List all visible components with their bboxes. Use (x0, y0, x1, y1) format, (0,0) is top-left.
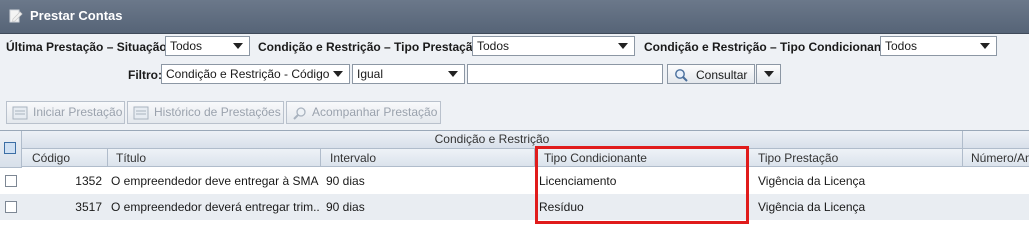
search-icon (675, 69, 688, 82)
tipo-prestacao-label: Condição e Restrição – Tipo Prestação: (258, 40, 484, 54)
filtro-label: Filtro: (128, 68, 162, 82)
acompanhar-prestacao-label: Acompanhar Prestação (312, 105, 438, 119)
column-header-codigo[interactable]: Código (22, 149, 108, 167)
cell-titulo: O empreendedor deverá entregar trim... (111, 200, 319, 214)
select-all-checkbox[interactable] (4, 142, 16, 154)
highlight-box (535, 146, 749, 224)
consultar-label: Consultar (696, 68, 748, 82)
filtro-field-select[interactable]: Condição e Restrição - Código (161, 64, 350, 84)
row-checkbox[interactable] (5, 201, 17, 213)
iniciar-prestacao-label: Iniciar Prestação (33, 105, 123, 119)
tipo-condicionante-label: Condição e Restrição – Tipo Condicionant… (644, 40, 896, 54)
tipo-condicionante-select[interactable]: Todos (880, 36, 997, 56)
cell-intervalo: 90 dias (326, 200, 365, 214)
cell-tipo-prestacao: Vigência da Licença (758, 200, 866, 214)
table-row[interactable]: 1352 O empreendedor deve entregar à SMA.… (0, 168, 1029, 194)
tipo-prestacao-value: Todos (477, 39, 510, 53)
filtro-operator-value: Igual (357, 67, 384, 81)
historico-prestacoes-label: Histórico de Prestações (154, 105, 281, 119)
group-header-spacer (963, 131, 1029, 149)
window-titlebar: Prestar Contas (0, 0, 1029, 34)
chevron-down-icon (333, 71, 343, 77)
acompanhar-prestacao-button[interactable]: Acompanhar Prestação (286, 101, 441, 124)
select-all-column (0, 131, 22, 168)
column-header-numero[interactable]: Número/An (963, 149, 1029, 167)
ultima-prestacao-label: Última Prestação – Situação: (6, 40, 171, 54)
search-icon (293, 107, 306, 120)
prestacoes-grid: Condição e Restrição Código Título Inter… (0, 130, 1029, 243)
historico-prestacoes-button[interactable]: Histórico de Prestações (127, 101, 284, 124)
history-list-icon (133, 106, 149, 120)
column-header-intervalo[interactable]: Intervalo (321, 149, 535, 167)
group-header-condicao: Condição e Restrição (22, 131, 963, 149)
tipo-prestacao-select[interactable]: Todos (472, 36, 635, 56)
tipo-condicionante-value: Todos (885, 39, 918, 53)
cell-codigo: 3517 (75, 200, 102, 214)
edit-document-icon (9, 9, 23, 23)
column-header-tipo-prestacao[interactable]: Tipo Prestação (749, 149, 963, 167)
table-row[interactable]: 3517 O empreendedor deverá entregar trim… (0, 194, 1029, 220)
filtro-operator-select[interactable]: Igual (352, 64, 465, 84)
ultima-prestacao-value: Todos (170, 39, 203, 53)
iniciar-prestacao-button[interactable]: Iniciar Prestação (6, 101, 125, 124)
chevron-down-icon (233, 43, 243, 49)
chevron-down-icon (618, 43, 628, 49)
chevron-down-icon (980, 43, 990, 49)
consultar-options-button[interactable] (756, 64, 781, 84)
consultar-button[interactable]: Consultar (667, 64, 755, 84)
form-icon (12, 106, 28, 120)
filtro-field-value: Condição e Restrição - Código (166, 67, 330, 81)
cell-tipo-prestacao: Vigência da Licença (758, 174, 866, 188)
cell-intervalo: 90 dias (326, 174, 365, 188)
chevron-down-icon (764, 71, 774, 77)
window-title: Prestar Contas (30, 8, 123, 23)
row-checkbox[interactable] (5, 175, 17, 187)
column-header-titulo[interactable]: Título (108, 149, 321, 167)
cell-titulo: O empreendedor deve entregar à SMA... (111, 174, 319, 188)
filtro-text-input[interactable] (467, 64, 663, 84)
cell-codigo: 1352 (75, 174, 102, 188)
chevron-down-icon (448, 71, 458, 77)
ultima-prestacao-select[interactable]: Todos (165, 36, 250, 56)
